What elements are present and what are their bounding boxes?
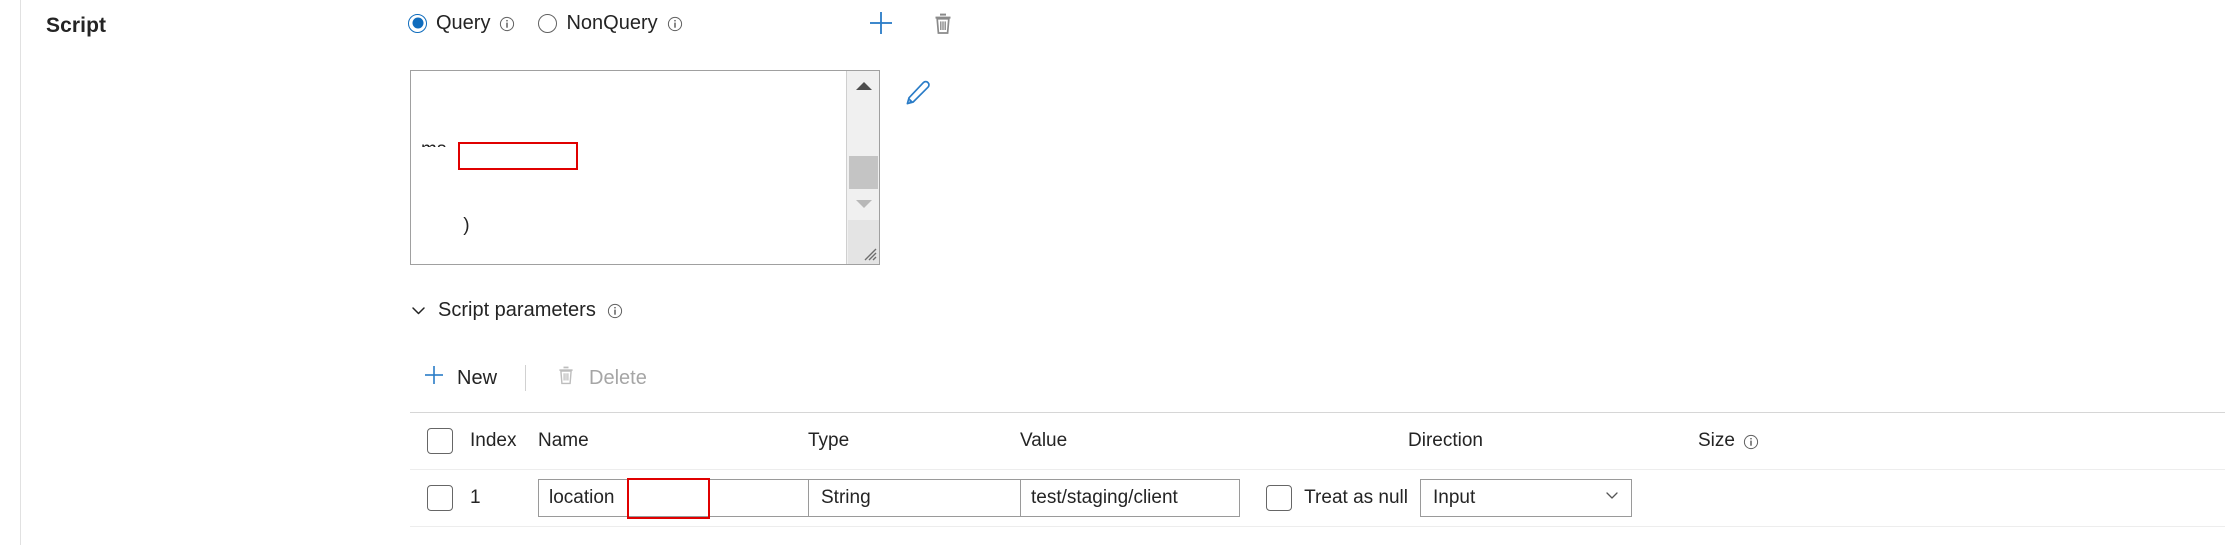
new-parameter-label: New bbox=[457, 366, 498, 389]
code-line: ms bbox=[421, 134, 848, 147]
script-parameters-title: Script parameters bbox=[438, 298, 596, 321]
treat-as-null-label: Treat as null bbox=[1304, 487, 1408, 508]
row-select-checkbox[interactable] bbox=[427, 485, 453, 511]
radio-nonquery-label: NonQuery bbox=[566, 12, 658, 34]
parameter-name-input[interactable]: location bbox=[538, 479, 810, 517]
script-editor-box[interactable]: ms ) WITH ( LOCATION = @location, DATA_S… bbox=[410, 70, 880, 265]
cell-name: location bbox=[538, 479, 810, 517]
new-parameter-button[interactable]: New bbox=[410, 358, 509, 398]
code-line: ) bbox=[421, 215, 470, 236]
trash-icon bbox=[554, 363, 578, 393]
parameter-direction-value: Input bbox=[1433, 487, 1476, 508]
column-header-type[interactable]: Type bbox=[808, 430, 1020, 452]
panel-divider bbox=[20, 0, 21, 545]
table-row[interactable]: 1 location String test/staging/client Tr… bbox=[410, 470, 2225, 527]
script-code-area[interactable]: ms ) WITH ( LOCATION = @location, DATA_S… bbox=[411, 71, 848, 264]
treat-as-null-checkbox[interactable] bbox=[1266, 485, 1293, 511]
parameter-value-input[interactable]: test/staging/client bbox=[1020, 479, 1241, 517]
radio-option-nonquery[interactable]: NonQuery bbox=[538, 13, 682, 33]
column-header-name[interactable]: Name bbox=[538, 430, 808, 452]
page-title: Script bbox=[46, 14, 107, 37]
cell-value: test/staging/client Treat as null bbox=[1020, 479, 1408, 517]
script-type-radio-group: Query NonQuery bbox=[408, 8, 683, 38]
caret-up-icon[interactable] bbox=[847, 71, 879, 101]
select-all-checkbox[interactable] bbox=[427, 428, 453, 454]
column-header-index[interactable]: Index bbox=[470, 430, 538, 452]
command-bar-separator bbox=[525, 365, 527, 391]
editor-scrollbar[interactable] bbox=[846, 71, 879, 264]
delete-script-button[interactable] bbox=[928, 8, 958, 38]
radio-query-label: Query bbox=[436, 12, 491, 34]
delete-parameter-button[interactable]: Delete bbox=[542, 358, 659, 398]
script-parameters-table: Index Name Type Value Direction Size 1 l… bbox=[410, 412, 2225, 527]
cell-index: 1 bbox=[470, 487, 481, 508]
script-editor[interactable]: ms ) WITH ( LOCATION = @location, DATA_S… bbox=[410, 70, 880, 265]
select-all-cell bbox=[410, 428, 470, 454]
cell-type: String bbox=[808, 479, 1074, 517]
parameters-command-bar: New Delete bbox=[410, 358, 659, 398]
caret-down-icon[interactable] bbox=[847, 189, 879, 219]
parameter-type-value: String bbox=[821, 487, 871, 508]
chevron-down-icon bbox=[1604, 487, 1620, 509]
add-script-button[interactable] bbox=[866, 8, 896, 38]
table-header-row: Index Name Type Value Direction Size bbox=[410, 413, 2225, 470]
scrollbar-thumb[interactable] bbox=[849, 156, 878, 189]
chevron-down-icon[interactable] bbox=[410, 302, 427, 319]
resize-grip-icon[interactable] bbox=[848, 220, 879, 264]
radio-nonquery-indicator[interactable] bbox=[538, 13, 558, 33]
delete-parameter-label: Delete bbox=[589, 366, 647, 389]
info-icon[interactable] bbox=[667, 16, 683, 32]
column-header-size[interactable]: Size bbox=[1698, 430, 2225, 452]
pencil-icon[interactable] bbox=[903, 78, 933, 108]
info-icon[interactable] bbox=[499, 16, 515, 32]
info-icon[interactable] bbox=[607, 303, 623, 319]
row-select-cell bbox=[410, 485, 470, 511]
radio-option-query[interactable]: Query bbox=[408, 13, 515, 33]
cell-direction: Input bbox=[1408, 479, 1698, 517]
plus-icon bbox=[422, 363, 446, 393]
code-line-text: ms bbox=[421, 139, 446, 147]
column-header-value[interactable]: Value bbox=[1020, 430, 1408, 452]
radio-query-indicator[interactable] bbox=[408, 13, 427, 33]
info-icon[interactable] bbox=[1743, 434, 1759, 450]
column-header-size-label: Size bbox=[1698, 430, 1735, 451]
script-parameters-header[interactable]: Script parameters bbox=[410, 297, 623, 323]
column-header-direction[interactable]: Direction bbox=[1408, 430, 1698, 452]
parameter-direction-dropdown[interactable]: Input bbox=[1420, 479, 1632, 517]
